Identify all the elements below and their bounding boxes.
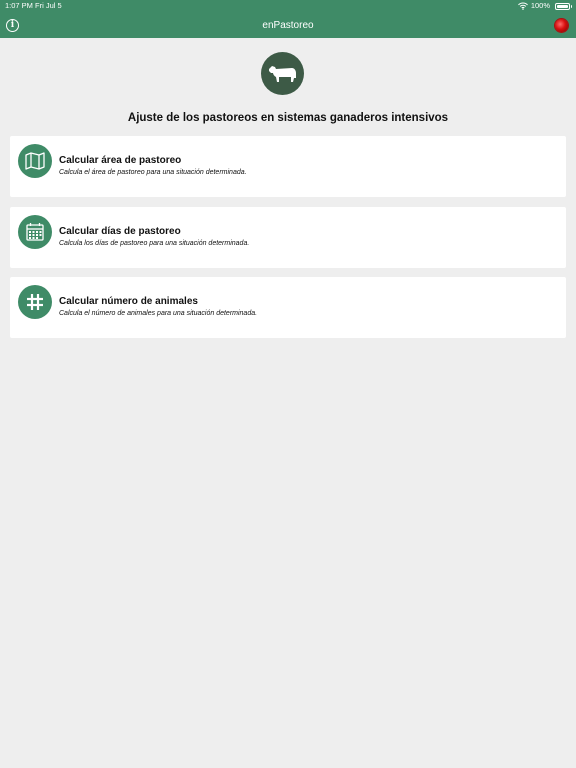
- status-right: 100%: [517, 0, 572, 12]
- option-card-area[interactable]: Calcular área de pastoreo Calcula el áre…: [10, 136, 566, 197]
- battery-icon: [555, 2, 572, 10]
- record-icon[interactable]: [555, 19, 568, 32]
- option-title: Calcular días de pastoreo: [59, 226, 181, 237]
- status-time: 1:07 PM: [5, 1, 33, 10]
- option-card-days[interactable]: Calcular días de pastoreo Calcula los dí…: [10, 207, 566, 268]
- wifi-icon: [517, 2, 528, 10]
- battery-percent: 100%: [530, 1, 550, 10]
- option-description: Calcula el área de pastoreo para una sit…: [59, 169, 247, 176]
- option-title: Calcular número de animales: [59, 296, 198, 307]
- option-description: Calcula los días de pastoreo para una si…: [59, 240, 250, 247]
- calendar-icon: [18, 215, 52, 249]
- cow-icon: [261, 52, 304, 95]
- status-date: Fri Jul 5: [35, 1, 62, 10]
- map-icon: [18, 144, 52, 178]
- hash-icon: [18, 285, 52, 319]
- option-title: Calcular área de pastoreo: [59, 155, 182, 166]
- navbar-title: enPastoreo: [262, 20, 314, 31]
- status-bar: 1:07 PM Fri Jul 5 100%: [0, 0, 576, 12]
- option-card-animals[interactable]: Calcular número de animales Calcula el n…: [10, 277, 566, 338]
- page-title: Ajuste de los pastoreos en sistemas gana…: [127, 112, 449, 124]
- top-bar: 1:07 PM Fri Jul 5 100% i enPastoreo: [0, 0, 576, 38]
- option-description: Calcula el número de animales para una s…: [59, 310, 258, 317]
